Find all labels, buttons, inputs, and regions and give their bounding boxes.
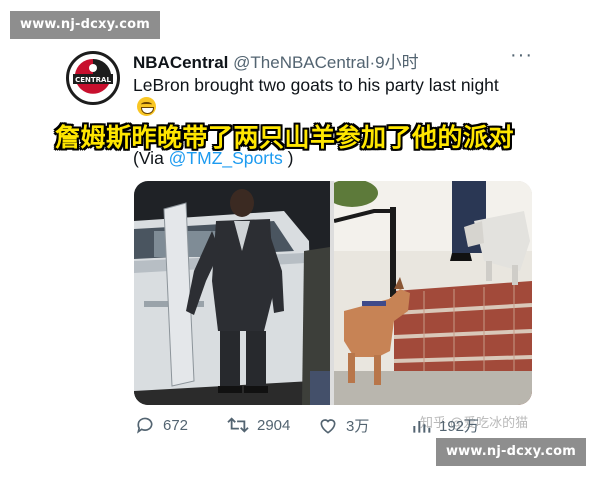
retweet-icon [227,417,249,433]
watermark-top: www.nj-dcxy.com [10,11,161,39]
retweet-button[interactable]: 2904 [227,415,290,435]
tweet-actions: 672 2904 3万 192万 [0,415,600,439]
views-icon [413,420,431,433]
user-handle[interactable]: @TheNBACentral [233,53,369,72]
timestamp[interactable]: 9小时 [375,53,418,72]
heart-icon [320,418,336,434]
mention-link[interactable]: @TMZ_Sports [169,148,283,168]
watermark-bottom: www.nj-dcxy.com [435,438,586,466]
views-count: 192万 [439,418,480,435]
tweet-via-line: (Via @TMZ_Sports ) [133,148,293,169]
via-suffix: ) [282,148,294,168]
via-prefix: (Via [133,148,169,168]
tweet-text-body: LeBron brought two goats to his party la… [133,75,499,95]
nbacentral-logo-icon: CENTRAL [70,55,116,101]
photo-goats-steps[interactable] [326,181,532,405]
grinning-sweat-emoji-icon [137,97,156,116]
avatar[interactable]: CENTRAL [66,51,120,105]
display-name[interactable]: NBACentral [133,53,228,72]
avatar-logo-text: CENTRAL [75,76,111,84]
tweet-text: LeBron brought two goats to his party la… [133,74,513,118]
views-button[interactable]: 192万 [411,415,479,436]
like-count: 3万 [346,418,370,435]
reply-icon [137,417,153,434]
like-button[interactable]: 3万 [318,415,369,436]
photo-lebron-car[interactable] [134,181,330,405]
tweet-header: NBACentral @TheNBACentral·9小时 [133,48,419,73]
media-grid [134,181,532,405]
reply-button[interactable]: 672 [135,415,188,435]
retweet-count: 2904 [257,416,291,434]
reply-count: 672 [163,416,189,434]
more-dots-icon[interactable]: ··· [510,44,533,67]
